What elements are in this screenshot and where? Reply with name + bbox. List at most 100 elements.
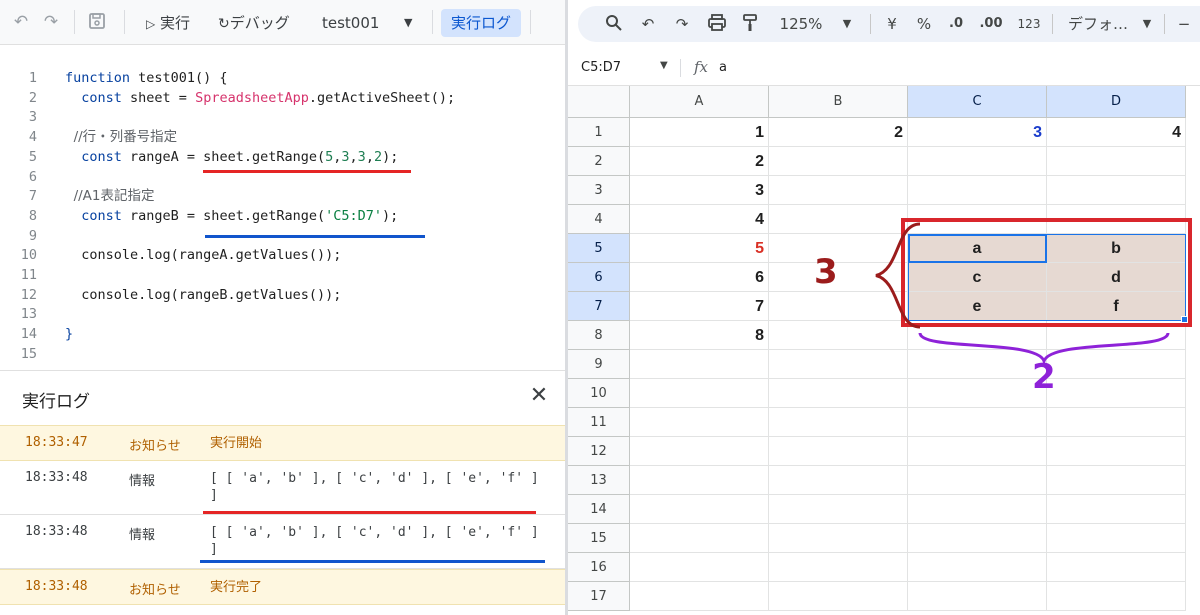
cell-d10[interactable]: [1047, 379, 1186, 408]
cell-c12[interactable]: [908, 437, 1047, 466]
sheet-grid[interactable]: A B C D 1 1 2 3 4 2 2 3 3 4 4 5 5 a b 6 6 c d 7 7 e f 8 8 9 10 11 12 13 14…: [568, 86, 1200, 615]
select-all-corner[interactable]: [568, 86, 630, 118]
font-size-minus-icon[interactable]: −: [1176, 14, 1192, 34]
search-icon[interactable]: [604, 14, 624, 34]
undo-icon[interactable]: ↶: [10, 11, 32, 33]
row-header-8[interactable]: 8: [568, 321, 630, 350]
cell-c4[interactable]: [908, 205, 1047, 234]
redo-icon[interactable]: ↷: [672, 14, 692, 34]
cell-a11[interactable]: [630, 408, 769, 437]
code-editor[interactable]: 1 function test001() {2 const sheet = Spr…: [0, 68, 565, 368]
cell-b14[interactable]: [769, 495, 908, 524]
cell-c1[interactable]: 3: [908, 118, 1047, 147]
formula-input[interactable]: a: [719, 60, 727, 75]
row-header-14[interactable]: 14: [568, 495, 630, 524]
run-button[interactable]: ▷ 実行: [146, 9, 190, 37]
cell-d11[interactable]: [1047, 408, 1186, 437]
cell-a12[interactable]: [630, 437, 769, 466]
cell-c9[interactable]: [908, 350, 1047, 379]
cell-d17[interactable]: [1047, 582, 1186, 611]
cell-b4[interactable]: [769, 205, 908, 234]
fill-handle[interactable]: [1181, 316, 1188, 323]
column-header-b[interactable]: B: [769, 86, 908, 118]
cell-d12[interactable]: [1047, 437, 1186, 466]
cell-b13[interactable]: [769, 466, 908, 495]
row-header-15[interactable]: 15: [568, 524, 630, 553]
save-icon[interactable]: [86, 11, 108, 33]
cell-d8[interactable]: [1047, 321, 1186, 350]
row-header-12[interactable]: 12: [568, 437, 630, 466]
row-header-17[interactable]: 17: [568, 582, 630, 611]
cell-a4[interactable]: 4: [630, 205, 769, 234]
cell-b8[interactable]: [769, 321, 908, 350]
cell-a15[interactable]: [630, 524, 769, 553]
decrease-decimal-button[interactable]: .0: [944, 14, 968, 34]
cell-b7[interactable]: [769, 292, 908, 321]
cell-d14[interactable]: [1047, 495, 1186, 524]
cell-a6[interactable]: 6: [630, 263, 769, 292]
cell-b9[interactable]: [769, 350, 908, 379]
chevron-down-icon[interactable]: ▼: [1140, 14, 1154, 34]
row-header-2[interactable]: 2: [568, 147, 630, 176]
print-icon[interactable]: [706, 14, 728, 34]
font-select[interactable]: デフォ…: [1066, 14, 1130, 34]
cell-c6[interactable]: c: [908, 263, 1047, 292]
cell-d4[interactable]: [1047, 205, 1186, 234]
row-header-16[interactable]: 16: [568, 553, 630, 582]
cell-b3[interactable]: [769, 176, 908, 205]
cell-a16[interactable]: [630, 553, 769, 582]
cell-d15[interactable]: [1047, 524, 1186, 553]
cell-b11[interactable]: [769, 408, 908, 437]
cell-a9[interactable]: [630, 350, 769, 379]
close-icon[interactable]: ✕: [526, 383, 552, 409]
cell-c3[interactable]: [908, 176, 1047, 205]
cell-d9[interactable]: [1047, 350, 1186, 379]
cell-b17[interactable]: [769, 582, 908, 611]
cell-d7[interactable]: f: [1047, 292, 1186, 321]
cell-b10[interactable]: [769, 379, 908, 408]
cell-b15[interactable]: [769, 524, 908, 553]
row-header-4[interactable]: 4: [568, 205, 630, 234]
cell-c10[interactable]: [908, 379, 1047, 408]
zoom-select[interactable]: 125%: [779, 14, 823, 34]
cell-a17[interactable]: [630, 582, 769, 611]
row-header-6[interactable]: 6: [568, 263, 630, 292]
undo-icon[interactable]: ↶: [638, 14, 658, 34]
cell-a2[interactable]: 2: [630, 147, 769, 176]
function-select[interactable]: test001 ▼: [322, 9, 412, 37]
cell-a10[interactable]: [630, 379, 769, 408]
cell-b5[interactable]: [769, 234, 908, 263]
cell-b2[interactable]: [769, 147, 908, 176]
cell-c7[interactable]: e: [908, 292, 1047, 321]
cell-a5[interactable]: 5: [630, 234, 769, 263]
row-header-7[interactable]: 7: [568, 292, 630, 321]
cell-d2[interactable]: [1047, 147, 1186, 176]
number-format-button[interactable]: 123: [1014, 14, 1044, 34]
cell-a7[interactable]: 7: [630, 292, 769, 321]
name-box[interactable]: C5:D7: [581, 60, 621, 75]
cell-a1[interactable]: 1: [630, 118, 769, 147]
cell-c11[interactable]: [908, 408, 1047, 437]
cell-c17[interactable]: [908, 582, 1047, 611]
cell-b1[interactable]: 2: [769, 118, 908, 147]
cell-a14[interactable]: [630, 495, 769, 524]
cell-c14[interactable]: [908, 495, 1047, 524]
increase-decimal-button[interactable]: .00: [976, 14, 1006, 34]
cell-c15[interactable]: [908, 524, 1047, 553]
percent-format-button[interactable]: %: [914, 14, 934, 34]
cell-d13[interactable]: [1047, 466, 1186, 495]
row-header-11[interactable]: 11: [568, 408, 630, 437]
row-header-5[interactable]: 5: [568, 234, 630, 263]
chevron-down-icon[interactable]: ▼: [660, 60, 668, 71]
cell-a8[interactable]: 8: [630, 321, 769, 350]
cell-b6[interactable]: [769, 263, 908, 292]
cell-c5[interactable]: a: [908, 234, 1047, 263]
row-header-9[interactable]: 9: [568, 350, 630, 379]
row-header-10[interactable]: 10: [568, 379, 630, 408]
cell-a3[interactable]: 3: [630, 176, 769, 205]
execution-log-button[interactable]: 実行ログ: [441, 9, 521, 37]
column-header-c[interactable]: C: [908, 86, 1047, 118]
row-header-1[interactable]: 1: [568, 118, 630, 147]
cell-d5[interactable]: b: [1047, 234, 1186, 263]
cell-d16[interactable]: [1047, 553, 1186, 582]
